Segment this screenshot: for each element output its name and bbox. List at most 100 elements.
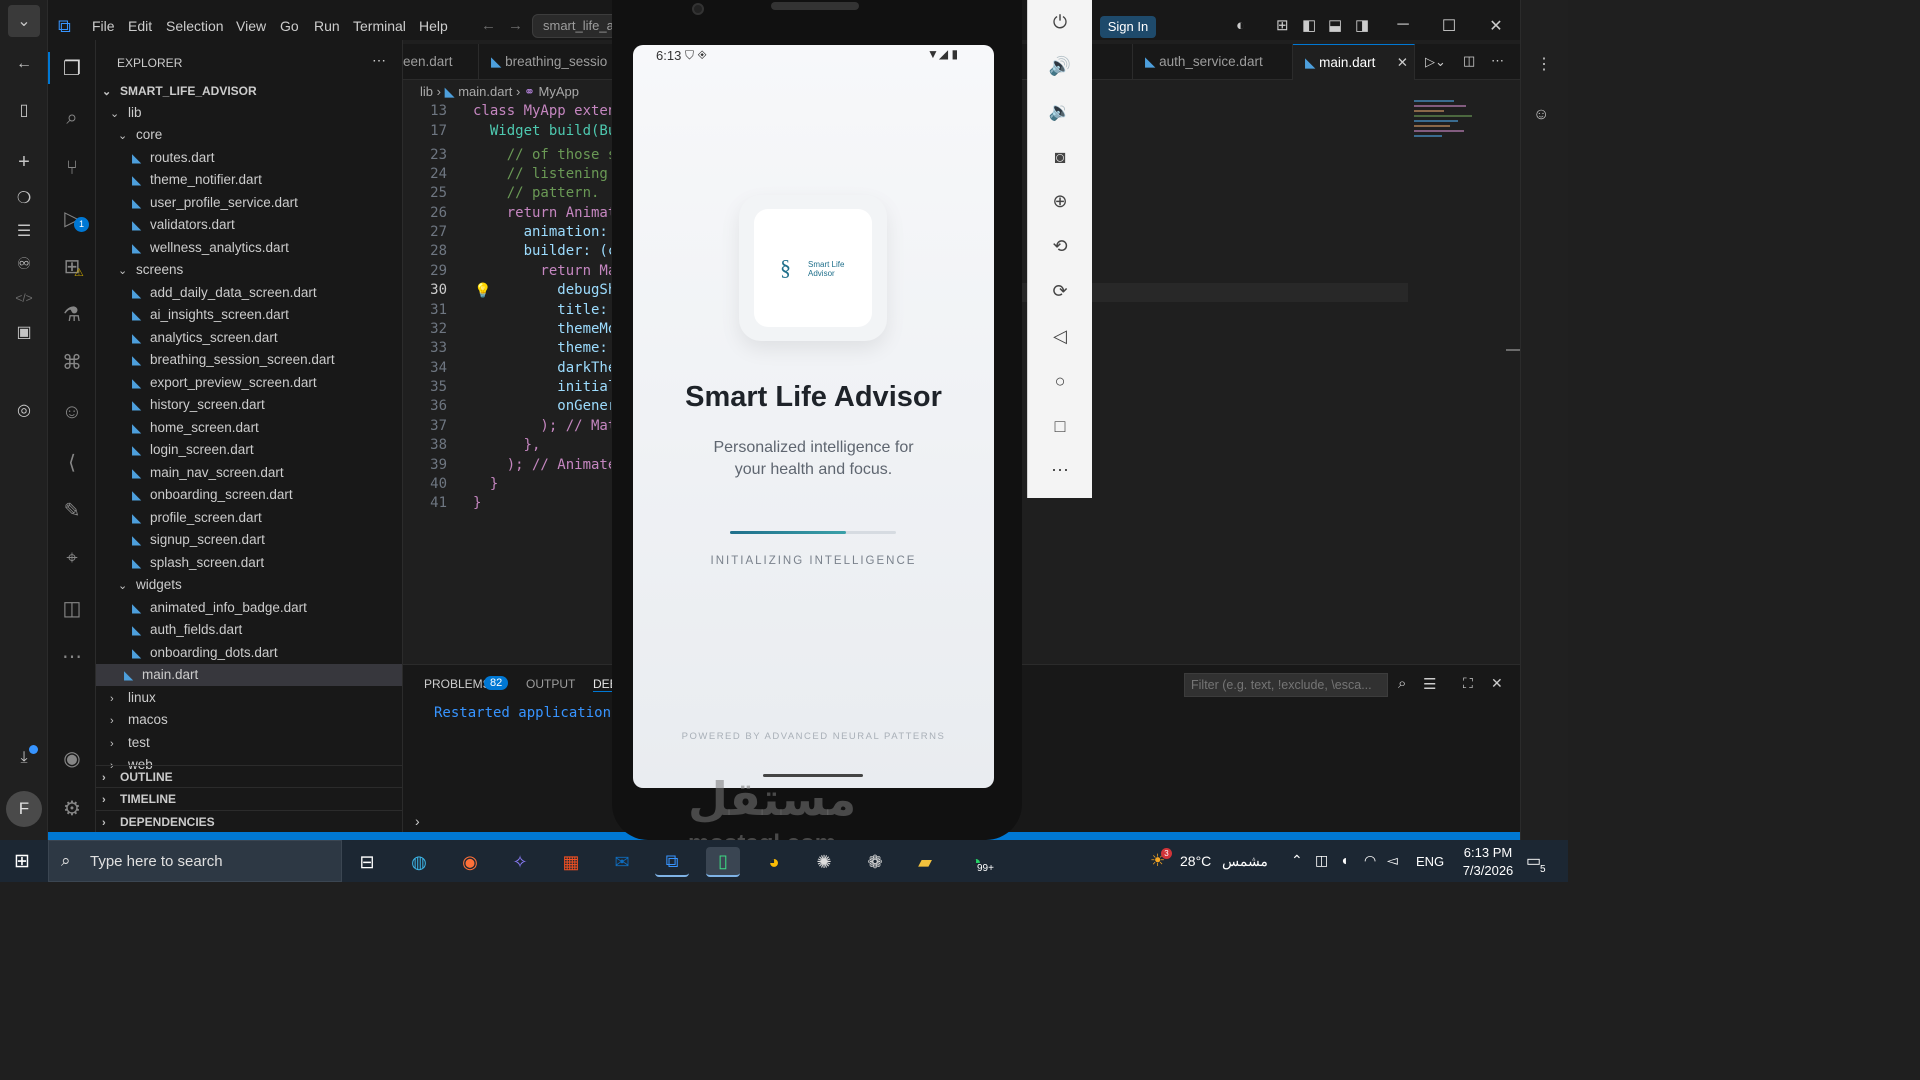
code-line[interactable]: // pattern. <box>473 184 611 203</box>
code-line[interactable]: builder: (co <box>473 242 611 261</box>
file-item[interactable]: ◣ history_screen.dart <box>96 394 402 416</box>
split-editor-icon[interactable]: ◫ <box>1463 53 1475 69</box>
code-line[interactable]: return Mat <box>473 262 611 281</box>
code-line[interactable]: initialR <box>473 378 611 397</box>
file-item[interactable]: ◣ profile_screen.dart <box>96 507 402 529</box>
sidebar-toggle-icon[interactable]: ▯ <box>8 94 40 126</box>
menu-run[interactable]: Run <box>314 18 340 34</box>
maximize-icon[interactable]: ☐ <box>1439 16 1459 36</box>
chat-bot-icon[interactable]: ☺ <box>1533 106 1549 124</box>
zoom-icon[interactable]: ⊕ <box>1046 187 1074 215</box>
file-item[interactable]: ◣ theme_notifier.dart <box>96 169 402 191</box>
close-panel-icon[interactable]: ✕ <box>1491 675 1503 692</box>
code-line[interactable]: }, <box>473 436 611 455</box>
copilot-title-icon[interactable]: ◐ <box>1236 17 1245 34</box>
volume-icon[interactable]: ◅ <box>1387 852 1398 869</box>
file-item[interactable]: ◣ home_screen.dart <box>96 417 402 439</box>
code-line[interactable]: title: ' <box>473 301 611 320</box>
menu-edit[interactable]: Edit <box>128 18 152 34</box>
file-item[interactable]: ◣ animated_info_badge.dart <box>96 597 402 619</box>
code-line[interactable]: ); // Animated <box>473 456 611 475</box>
rotate-left-icon[interactable]: ⟲ <box>1046 232 1074 260</box>
account-icon[interactable]: ◉ <box>60 746 84 770</box>
menu-icon[interactable]: ⋮ <box>1536 54 1552 74</box>
file-item[interactable]: ◣ routes.dart <box>96 147 402 169</box>
customize-layout-icon[interactable]: ⊞ <box>1276 16 1289 34</box>
power-icon[interactable]: ⏻ <box>1046 8 1074 36</box>
temperature[interactable]: 28°C <box>1180 853 1211 869</box>
testing-icon[interactable]: ⚗ <box>60 302 84 326</box>
file-item[interactable]: ◣ export_preview_screen.dart <box>96 372 402 394</box>
code-line[interactable]: class MyApp extend <box>473 102 611 121</box>
menu-selection[interactable]: Selection <box>166 18 224 34</box>
editor-more-icon[interactable]: ⋯ <box>1491 53 1504 69</box>
chevron-up-icon[interactable]: ⌃ <box>1291 852 1303 869</box>
menu-terminal[interactable]: Terminal <box>353 18 406 34</box>
explorer-more-icon[interactable]: ⋯ <box>372 52 386 69</box>
code-line[interactable]: themeMod <box>473 320 611 339</box>
wifi-icon[interactable]: ◠ <box>1364 852 1376 869</box>
tab-problems[interactable]: PROBLEMS <box>424 677 491 691</box>
file-item[interactable]: ◣ main_nav_screen.dart <box>96 462 402 484</box>
microphone-icon[interactable]: ◖ <box>1340 852 1348 868</box>
android-studio-icon[interactable]: ▯ <box>706 847 740 877</box>
code-line[interactable]: // of those sc <box>473 146 611 165</box>
nav-back-icon[interactable]: ← <box>481 17 496 34</box>
file-item[interactable]: ◣ user_profile_service.dart <box>96 192 402 214</box>
code-icon[interactable]: </> <box>8 282 40 314</box>
minimize-icon[interactable]: ─ <box>1393 16 1413 34</box>
folder-item[interactable]: › linux <box>96 687 402 709</box>
file-item[interactable]: ◣ wellness_analytics.dart <box>96 237 402 259</box>
file-explorer-icon[interactable]: ▰ <box>908 847 942 877</box>
scrollbar[interactable] <box>1506 349 1520 351</box>
code-line[interactable]: Widget build(Bui <box>473 122 611 141</box>
menu-view[interactable]: View <box>236 18 266 34</box>
clear-console-icon[interactable]: ☰ <box>1423 675 1436 693</box>
code-line[interactable]: ); // Mate <box>473 417 611 436</box>
command-center-search[interactable]: smart_life_ad <box>532 14 622 38</box>
avatar[interactable]: F <box>6 791 42 827</box>
file-item[interactable]: ◣ splash_screen.dart <box>96 552 402 574</box>
maximize-panel-icon[interactable]: ⛶ <box>1463 675 1473 692</box>
code-line[interactable]: } <box>473 475 611 494</box>
file-item[interactable]: ◣ add_daily_data_screen.dart <box>96 282 402 304</box>
code-line[interactable]: theme: A <box>473 339 611 358</box>
folder-item[interactable]: › test <box>96 732 402 754</box>
clock-time[interactable]: 6:13 PM <box>1458 845 1518 860</box>
layers-icon[interactable]: ☰ <box>8 215 40 247</box>
chatgpt-icon[interactable]: ❁ <box>858 847 892 877</box>
tab-close-icon[interactable]: ✕ <box>1397 45 1408 81</box>
file-item[interactable]: ◣ validators.dart <box>96 214 402 236</box>
rotate-right-icon[interactable]: ⟳ <box>1046 277 1074 305</box>
file-item[interactable]: ◣ analytics_screen.dart <box>96 327 402 349</box>
code-line[interactable]: // listening t <box>473 165 611 184</box>
file-item[interactable]: ◣ onboarding_screen.dart <box>96 484 402 506</box>
m365-icon[interactable]: ✧ <box>503 847 537 877</box>
nav-forward-icon[interactable]: → <box>508 17 523 34</box>
minimap[interactable] <box>1414 100 1476 164</box>
notifications-icon[interactable]: ▭ <box>1526 851 1541 871</box>
explorer-icon[interactable]: ❐ <box>60 56 84 80</box>
phone-screen[interactable]: 6:13 ⛉ ◈ ▼◢ ▮ § Smart Life Advisor Smart … <box>633 45 994 788</box>
folder-item[interactable]: › macos <box>96 709 402 731</box>
source-control-icon[interactable]: ⑂ <box>60 156 84 180</box>
search-icon[interactable]: ⌕ <box>60 106 84 130</box>
add-icon[interactable]: + <box>8 146 40 178</box>
code-line[interactable]: debugSho <box>473 281 611 300</box>
folder-item[interactable]: ⌄ core <box>96 124 402 146</box>
chat-icon[interactable]: ❍ <box>8 182 40 214</box>
folder-item[interactable]: ⌄ screens <box>96 259 402 281</box>
file-item[interactable]: ◣ login_screen.dart <box>96 439 402 461</box>
more-icon[interactable]: ⋯ <box>60 644 84 668</box>
breadcrumb-lib[interactable]: lib <box>420 84 433 99</box>
windows-start-icon[interactable]: ⊞ <box>14 850 30 873</box>
language-indicator[interactable]: ENG <box>1416 854 1444 869</box>
toggle-secondary-sidebar-icon[interactable]: ◨ <box>1355 16 1369 34</box>
menu-file[interactable]: File <box>92 18 115 34</box>
code-line[interactable]: } <box>473 494 611 513</box>
pen-icon[interactable]: ✎ <box>60 498 84 522</box>
filter-input[interactable] <box>1184 673 1388 697</box>
settings-gear-icon[interactable]: ⚙ <box>60 796 84 820</box>
more-icon[interactable]: ⋯ <box>1046 456 1074 484</box>
tab-main-dart[interactable]: ◣ main.dart ✕ <box>1293 44 1415 80</box>
